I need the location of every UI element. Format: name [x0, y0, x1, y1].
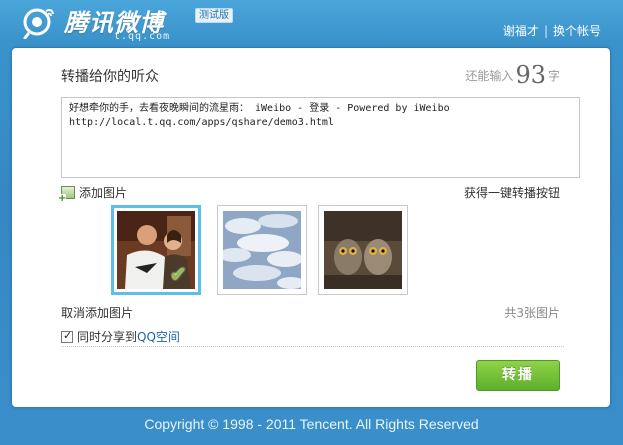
image-count: 共3张图片: [504, 306, 560, 320]
user-links: 谢福才 | 换个帐号: [503, 22, 601, 39]
owls-photo: [324, 211, 402, 289]
get-share-button-link[interactable]: 获得一键转播按钮: [464, 184, 560, 201]
image-thumb-3[interactable]: [318, 205, 408, 295]
share-to-qzone-option[interactable]: 同时分享到QQ空间: [61, 328, 180, 345]
logo-domain: t.qq.com: [114, 31, 171, 42]
qzone-link[interactable]: QQ空间: [137, 330, 180, 344]
counter-value: 93: [515, 61, 546, 89]
add-image-label: 添加图片: [79, 186, 128, 200]
tencent-weibo-logo-icon: [23, 8, 54, 39]
share-qzone-checkbox[interactable]: [61, 329, 73, 343]
share-dialog: 转播给你的听众 还能输入93 字 好想牵你的手，去看夜晚瞬间的流星雨： iWeib…: [11, 47, 611, 408]
selected-check-icon: ✔: [170, 262, 187, 286]
repost-button[interactable]: 转播: [476, 360, 560, 391]
switch-account-link[interactable]: 换个帐号: [553, 24, 601, 38]
add-image-icon: [58, 186, 75, 203]
add-image-link[interactable]: 添加图片: [58, 184, 128, 203]
cancel-add-image-link[interactable]: 取消添加图片: [61, 304, 133, 321]
counter-prefix: 还能输入: [465, 69, 514, 83]
top-bar: 腾讯微博 t.qq.com 测试版 谢福才 | 换个帐号: [0, 0, 623, 45]
share-prefix: 同时分享到: [77, 330, 138, 344]
divider: [61, 346, 564, 347]
dialog-title: 转播给你的听众: [61, 69, 159, 85]
username-link[interactable]: 谢福才: [503, 24, 539, 38]
copyright: Copyright © 1998 - 2011 Tencent. All Rig…: [144, 416, 479, 432]
char-counter: 还能输入93 字: [465, 61, 560, 89]
cloudy-sky-photo: [223, 211, 301, 289]
image-thumb-1[interactable]: ✔: [111, 205, 201, 295]
image-thumb-2[interactable]: [217, 205, 307, 295]
counter-suffix: 字: [547, 69, 560, 83]
message-input[interactable]: 好想牵你的手，去看夜晚瞬间的流星雨： iWeibo - 登录 - Powered…: [61, 97, 580, 178]
beta-badge: 测试版: [195, 8, 233, 23]
separator: |: [543, 24, 548, 38]
